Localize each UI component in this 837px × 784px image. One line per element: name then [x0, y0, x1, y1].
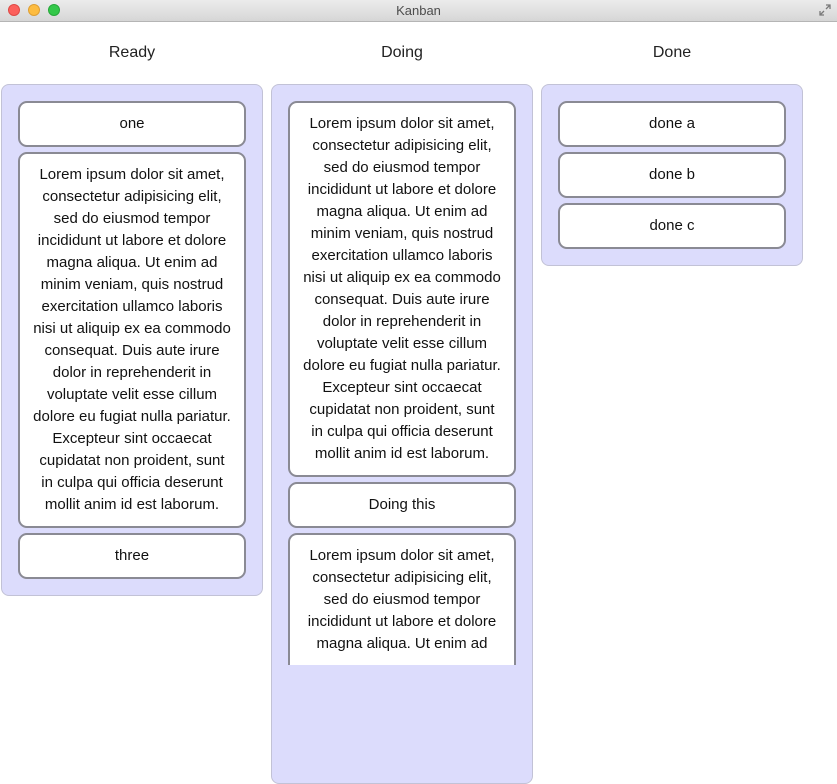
- card[interactable]: done b: [558, 152, 786, 198]
- card[interactable]: done c: [558, 203, 786, 249]
- column-doing: Lorem ipsum dolor sit amet, consectetur …: [271, 84, 533, 784]
- card[interactable]: Lorem ipsum dolor sit amet, consectetur …: [288, 101, 516, 477]
- card[interactable]: three: [18, 533, 246, 579]
- card[interactable]: done a: [558, 101, 786, 147]
- window-titlebar: Kanban: [0, 0, 837, 22]
- column-header-done: Done: [652, 44, 692, 61]
- column-done: done a done b done c: [541, 84, 803, 266]
- card[interactable]: Lorem ipsum dolor sit amet, consectetur …: [18, 152, 246, 528]
- window-title: Kanban: [396, 3, 441, 18]
- fullscreen-icon[interactable]: [819, 4, 831, 16]
- card[interactable]: Lorem ipsum dolor sit amet, consectetur …: [288, 533, 516, 665]
- column-ready: one Lorem ipsum dolor sit amet, consecte…: [1, 84, 263, 596]
- card[interactable]: Doing this: [288, 482, 516, 528]
- column-header-doing: Doing: [381, 44, 423, 61]
- kanban-board: Ready one Lorem ipsum dolor sit amet, co…: [0, 22, 837, 784]
- card[interactable]: one: [18, 101, 246, 147]
- column-header-ready: Ready: [108, 44, 156, 61]
